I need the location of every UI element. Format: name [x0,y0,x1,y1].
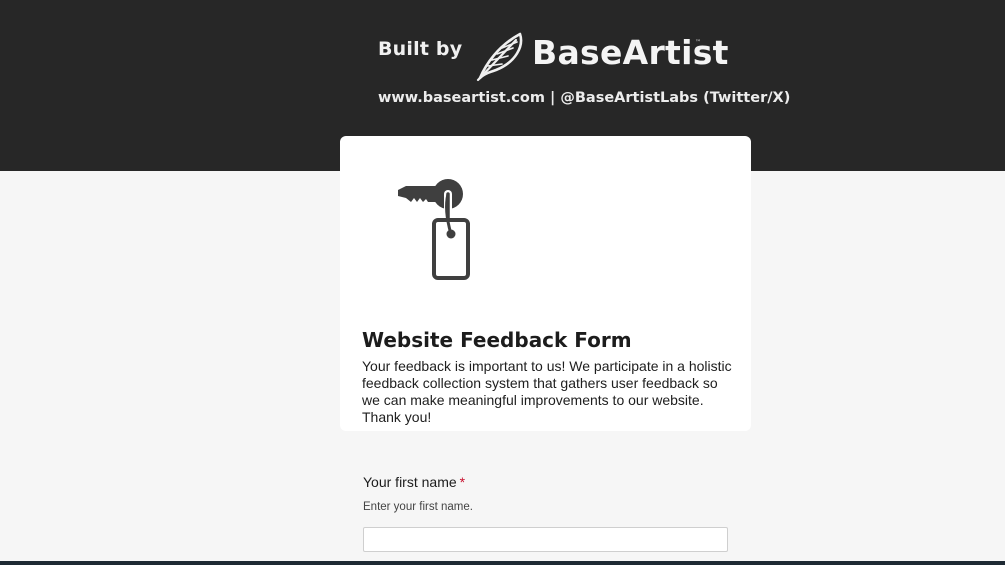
form-description: Your feedback is important to us! We par… [362,358,732,425]
window-bottom-edge [0,561,1005,565]
form-title: Website Feedback Form [362,328,632,352]
first-name-input[interactable] [363,527,728,552]
form-header-card: Website Feedback Form Your feedback is i… [340,136,751,431]
header-subline: www.baseartist.com | @BaseArtistLabs (Tw… [378,90,791,106]
first-name-label-text: Your first name [363,474,457,490]
built-by-label: Built by [378,38,463,60]
key-tag-icon [398,179,470,280]
trademark-mark: ™ [695,39,701,46]
required-asterisk: * [459,474,466,490]
first-name-hint: Enter your first name. [363,501,473,513]
first-name-label: Your first name * [363,474,465,490]
feather-icon [476,32,523,82]
page: Built by BaseArtist ™ www.baseartist.com… [0,0,1005,565]
